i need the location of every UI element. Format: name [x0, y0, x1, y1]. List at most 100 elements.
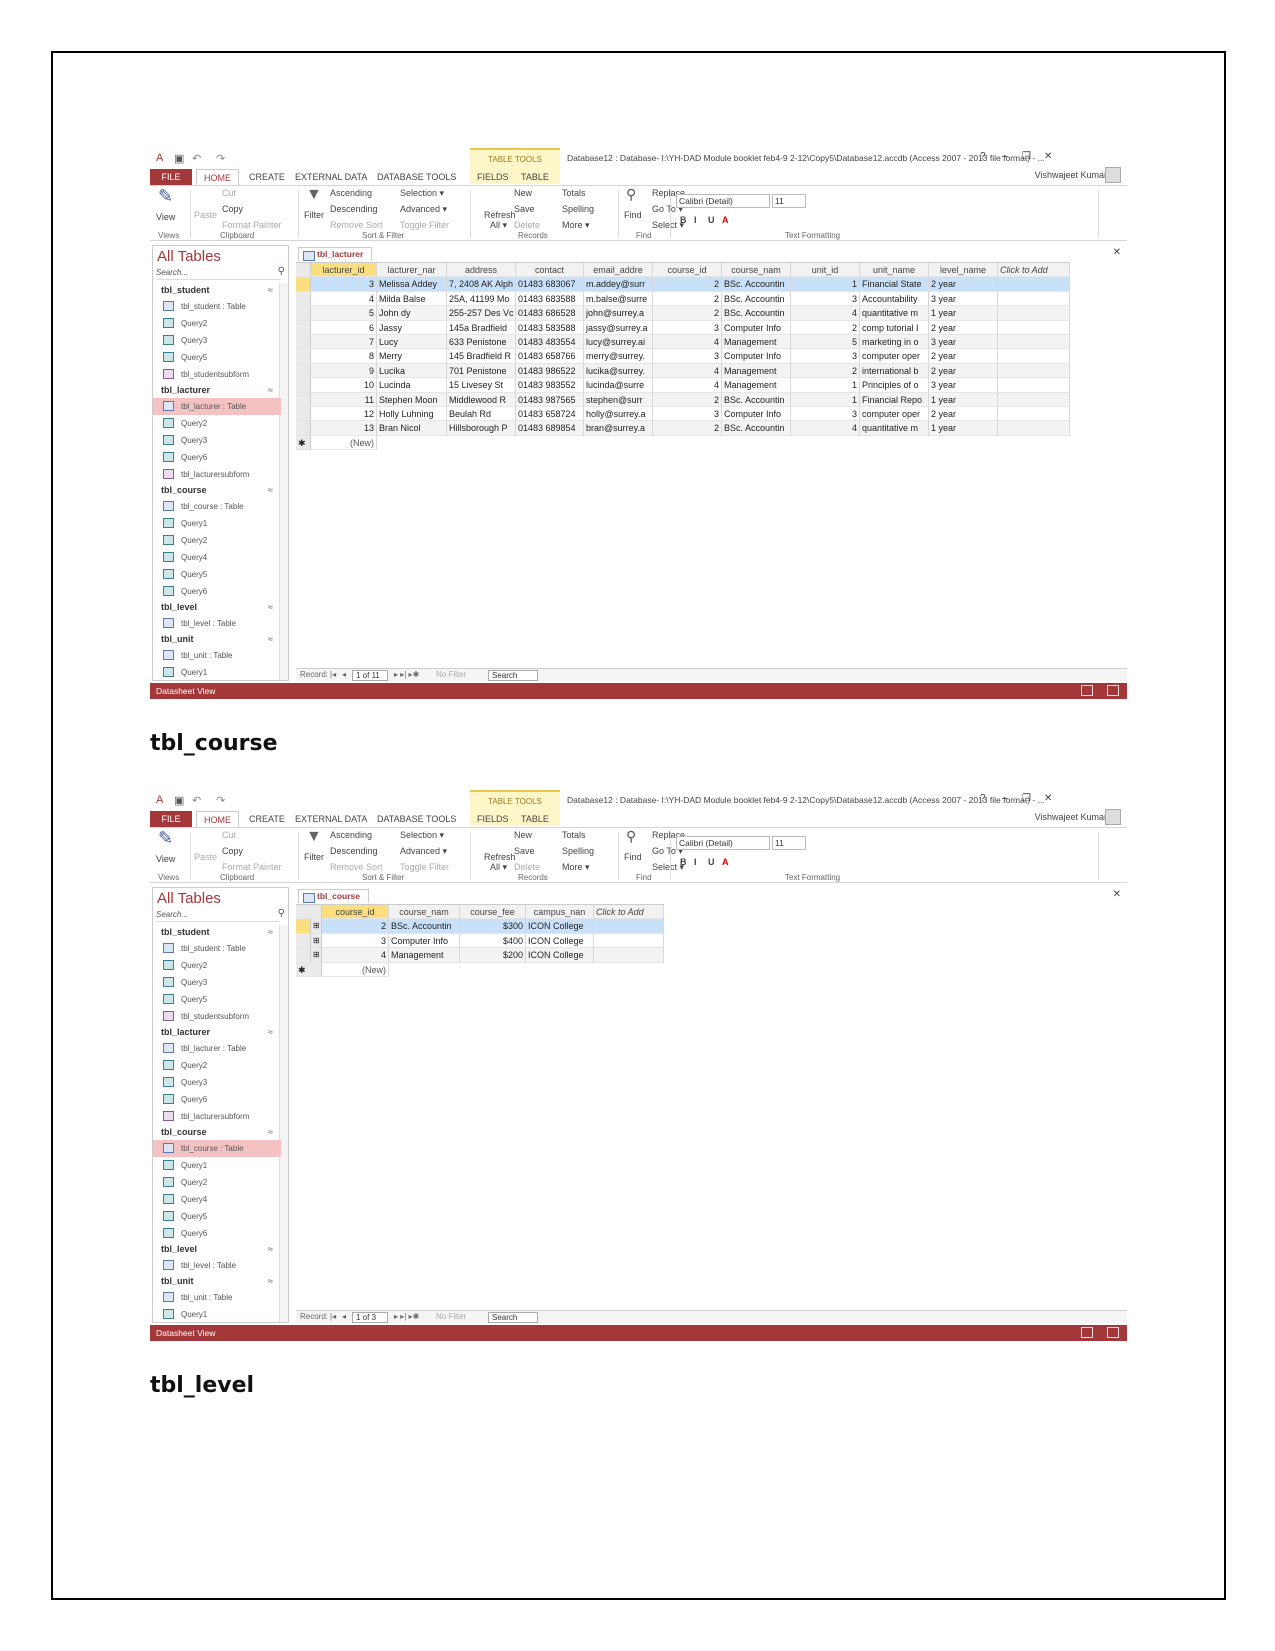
table-row[interactable]: ⊞ 3 Computer Info $400 ICON College: [296, 933, 664, 949]
close-button[interactable]: ✕: [1044, 151, 1052, 162]
column-header-unit_name[interactable]: unit_name: [860, 263, 929, 278]
cell-level_name[interactable]: 2 year: [929, 277, 998, 292]
remove-sort-button[interactable]: Remove Sort: [330, 862, 383, 872]
cell-unit_id[interactable]: 3: [791, 349, 860, 364]
nav-item[interactable]: tbl_unit : Table: [153, 1289, 281, 1306]
table-row[interactable]: ⊞ 2 BSc. Accountin $300 ICON College: [296, 919, 664, 934]
collapse-icon[interactable]: ≈: [268, 600, 273, 615]
ribbon-tab-database-tools[interactable]: DATABASE TOOLS: [370, 169, 463, 185]
cell-address[interactable]: Middlewood R: [447, 392, 516, 407]
design-view-icon[interactable]: [1107, 1327, 1119, 1338]
table-row[interactable]: 7 Lucy 633 Penistone 01483 483554 lucy@surre…: [296, 334, 1070, 350]
nav-group-tbl_unit[interactable]: tbl_unit ≈: [153, 1274, 281, 1289]
cell-lacturer_nar[interactable]: John dy: [377, 306, 447, 321]
ribbon-tab-fields[interactable]: FIELDS: [470, 169, 516, 185]
new-record-row[interactable]: ✱ (New): [296, 962, 664, 977]
cell-email_addre[interactable]: stephen@surr: [584, 392, 653, 407]
font-size-dropdown[interactable]: 11: [772, 836, 806, 850]
row-selector[interactable]: [296, 277, 311, 292]
row-selector[interactable]: [296, 421, 311, 436]
cell-unit_id[interactable]: 3: [791, 291, 860, 307]
cell-email_addre[interactable]: lucinda@surre: [584, 378, 653, 393]
column-header-course_nam[interactable]: course_nam: [722, 263, 791, 278]
paste-button[interactable]: Paste: [194, 852, 217, 862]
cell-lacturer_nar[interactable]: Stephen Moon: [377, 392, 447, 407]
view-button[interactable]: View: [156, 212, 175, 222]
cell-empty[interactable]: [998, 406, 1070, 422]
underline-button[interactable]: U: [708, 215, 715, 225]
nav-group-tbl_student[interactable]: tbl_student ≈: [153, 925, 281, 940]
advanced-button[interactable]: Advanced ▾: [400, 204, 447, 215]
cell-empty[interactable]: [998, 334, 1070, 350]
click-to-add-header[interactable]: Click to Add: [594, 905, 664, 920]
prev-record-button[interactable]: ◂: [342, 1311, 346, 1323]
cell-course_id[interactable]: 3: [653, 320, 722, 335]
cell-contact[interactable]: 01483 583588: [516, 320, 584, 335]
column-header-email_addre[interactable]: email_addre: [584, 263, 653, 278]
nav-item[interactable]: Query3: [153, 332, 281, 349]
cell-empty[interactable]: [998, 363, 1070, 379]
cell-email_addre[interactable]: jassy@surrey.a: [584, 320, 653, 335]
ribbon-tab-external-data[interactable]: EXTERNAL DATA: [288, 811, 374, 827]
table-row[interactable]: 11 Stephen Moon Middlewood R 01483 987565st…: [296, 392, 1070, 407]
new-record-row[interactable]: ✱ (New): [296, 435, 1070, 451]
collapse-icon[interactable]: ≈: [268, 1274, 273, 1289]
copy-button[interactable]: Copy: [222, 846, 243, 856]
ribbon-tab-create[interactable]: CREATE: [242, 169, 292, 185]
cell-course_id[interactable]: 4: [653, 363, 722, 379]
cell-email_addre[interactable]: m.addey@surr: [584, 277, 653, 292]
cell-campus_nan[interactable]: ICON College: [526, 919, 594, 934]
collapse-icon[interactable]: ≈: [268, 632, 273, 647]
filter-button[interactable]: Filter: [304, 210, 324, 220]
redo-icon[interactable]: ↷: [216, 152, 225, 165]
nav-item[interactable]: Query6: [153, 1225, 281, 1242]
cell-lacturer_nar[interactable]: Bran Nicol: [377, 421, 447, 436]
nav-item[interactable]: Query5: [153, 349, 281, 366]
cell-address[interactable]: Hillsborough P: [447, 421, 516, 436]
cell-email_addre[interactable]: bran@surrey.a: [584, 421, 653, 436]
document-tab[interactable]: tbl_course: [298, 889, 369, 903]
cell-address[interactable]: 145a Bradfield: [447, 320, 516, 335]
avatar[interactable]: [1105, 809, 1121, 825]
nav-item[interactable]: Query6: [153, 449, 281, 466]
save-record-button[interactable]: Save: [514, 204, 535, 214]
italic-button[interactable]: I: [694, 215, 697, 225]
advanced-button[interactable]: Advanced ▾: [400, 846, 447, 857]
row-selector[interactable]: [296, 334, 311, 350]
first-record-button[interactable]: |◂: [330, 1311, 336, 1323]
undo-icon[interactable]: ↶: [192, 152, 201, 165]
nav-item[interactable]: tbl_unit : Table: [153, 647, 281, 664]
table-row[interactable]: 8 Merry 145 Bradfield R 01483 658766 merry@s…: [296, 349, 1070, 364]
nav-item[interactable]: Query5: [153, 991, 281, 1008]
current-record-field[interactable]: 1 of 3: [352, 1312, 388, 1323]
refresh-all-button[interactable]: Refresh: [484, 210, 516, 220]
nav-item[interactable]: tbl_student : Table: [153, 298, 281, 315]
collapse-icon[interactable]: ≈: [268, 283, 273, 298]
cell-lacturer_nar[interactable]: Holly Luhning: [377, 406, 447, 422]
toggle-filter-button[interactable]: Toggle Filter: [400, 862, 449, 872]
find-button[interactable]: Find: [624, 210, 642, 220]
row-selector[interactable]: [296, 306, 311, 321]
cell-empty[interactable]: [998, 291, 1070, 307]
copy-button[interactable]: Copy: [222, 204, 243, 214]
datasheet-view-icon[interactable]: [1081, 1327, 1093, 1338]
underline-button[interactable]: U: [708, 857, 715, 867]
cell-level_name[interactable]: 3 year: [929, 378, 998, 393]
expand-subdatasheet-icon[interactable]: ⊞: [311, 948, 322, 963]
cell-email_addre[interactable]: merry@surrey.: [584, 349, 653, 364]
cell-lacturer_id[interactable]: 3: [311, 277, 377, 292]
nav-item[interactable]: Query4: [153, 549, 281, 566]
bold-button[interactable]: B: [680, 215, 687, 225]
cell-lacturer_nar[interactable]: Lucinda: [377, 378, 447, 393]
close-document-icon[interactable]: ✕: [1113, 889, 1121, 900]
cell-unit_id[interactable]: 5: [791, 334, 860, 350]
row-selector[interactable]: [296, 948, 311, 963]
cell-contact[interactable]: 01483 983552: [516, 378, 584, 393]
nav-item[interactable]: Query2: [153, 415, 281, 432]
cell-course_id[interactable]: 4: [653, 378, 722, 393]
ribbon-tab-table[interactable]: TABLE: [514, 169, 556, 185]
nav-item[interactable]: Query5: [153, 566, 281, 583]
spelling-button[interactable]: Spelling: [562, 204, 594, 214]
row-selector[interactable]: [296, 406, 311, 422]
cell-empty[interactable]: [594, 948, 664, 963]
